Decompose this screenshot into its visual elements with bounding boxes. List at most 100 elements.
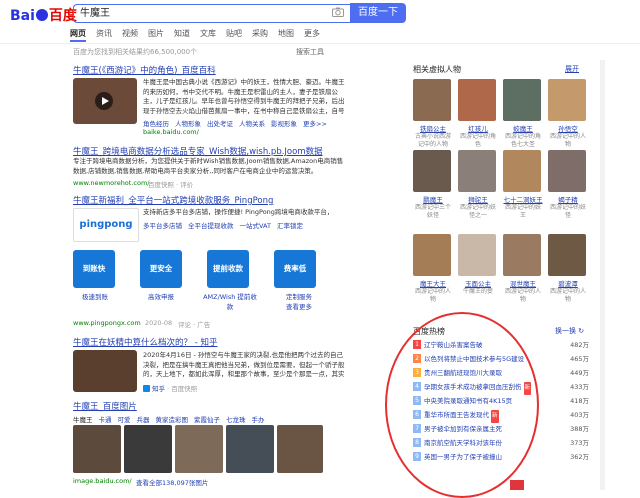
service-buttons: 到账快 更安全 提前收款 费率低: [73, 250, 316, 288]
tab-images[interactable]: 图片: [148, 28, 164, 42]
person-image[interactable]: [548, 79, 586, 121]
person-card[interactable]: 七十二洞妖王 西游记中的妖王: [503, 150, 543, 220]
person-card[interactable]: 红孩儿 西游记中的角色: [458, 79, 498, 149]
play-icon[interactable]: [95, 92, 113, 110]
tab-map[interactable]: 地图: [278, 28, 294, 42]
result-snippet: 专注于跨境电商数据分析，为您提供关于新时Wish销售数据,Joom销售数据,Am…: [73, 157, 344, 175]
result-image[interactable]: [226, 425, 274, 473]
person-card[interactable]: 魔王大王 西游记中的人物: [413, 234, 453, 304]
sublink[interactable]: 全平台提现收款: [188, 220, 234, 230]
tab-more[interactable]: 更多: [304, 28, 320, 42]
camera-icon[interactable]: [332, 7, 344, 17]
view-all-images-link[interactable]: 查看全部138,097张图片: [136, 477, 208, 487]
result-thumbnail[interactable]: [73, 350, 137, 392]
tab-zhidao[interactable]: 知道: [174, 28, 190, 42]
result-snippet: 2020年4月16日 - 孙悟空与牛魔王家的决裂,也是他把两个过去的自己决裂，把…: [143, 351, 345, 378]
result-image[interactable]: [175, 425, 223, 473]
tab-caigou[interactable]: 采购: [252, 28, 268, 42]
service-label[interactable]: 定制服务 查看更多: [274, 291, 324, 311]
person-card[interactable]: 混世魔王 西游记中的人物: [503, 234, 543, 304]
refresh-button[interactable]: 换一换 ↻: [555, 326, 584, 336]
result-title[interactable]: 牛魔王在妖精中算什么档次的？ - 知乎: [73, 336, 217, 348]
tab-video[interactable]: 视频: [122, 28, 138, 42]
result-url[interactable]: baike.baidu.com/: [143, 128, 199, 136]
person-image[interactable]: [413, 150, 451, 192]
sublink[interactable]: 汇率锁定: [277, 220, 303, 230]
result-source[interactable]: 知乎 · 百度快照: [143, 383, 197, 393]
result-snippet: 支持新店多平台多店铺，操作便捷! PingPong跨境电商收款平台，: [143, 208, 334, 216]
baidu-logo[interactable]: Bai 百度: [10, 5, 77, 25]
search-input[interactable]: 牛魔王: [73, 4, 362, 23]
expand-link[interactable]: 展开: [565, 64, 579, 74]
person-image[interactable]: [548, 234, 586, 276]
tab-tieba[interactable]: 贴吧: [226, 28, 242, 42]
service-label[interactable]: 极速到账: [70, 291, 120, 311]
image-tag[interactable]: 卡通: [99, 414, 112, 424]
person-card[interactable]: 孙悟空 西游记中的人物: [548, 79, 588, 149]
paw-icon: [35, 9, 48, 21]
person-card[interactable]: 蛟魔王 西游记中的角色七大圣: [503, 79, 543, 149]
person-image[interactable]: [503, 150, 541, 192]
image-tag[interactable]: 可爱: [118, 414, 131, 424]
person-image[interactable]: [458, 234, 496, 276]
scrollbar[interactable]: [600, 60, 605, 490]
tab-web[interactable]: 网页: [70, 28, 86, 42]
sublink[interactable]: 人物形象: [175, 118, 201, 128]
image-tag[interactable]: 紫霞仙子: [194, 414, 220, 424]
related-people-title: 相关虚拟人物: [413, 65, 461, 74]
result-url[interactable]: www.newmorehot.com/: [73, 179, 149, 187]
person-image[interactable]: [503, 79, 541, 121]
red-annotation-circle: [385, 312, 539, 498]
pingpong-logo[interactable]: pingpong: [73, 208, 139, 242]
result-image[interactable]: [124, 425, 172, 473]
zhihu-icon: [143, 385, 150, 392]
image-tag[interactable]: 兵器: [137, 414, 150, 424]
result-url[interactable]: image.baidu.com/: [73, 477, 132, 485]
tab-news[interactable]: 资讯: [96, 28, 112, 42]
service-button[interactable]: 更安全: [140, 250, 182, 288]
person-image[interactable]: [413, 234, 451, 276]
person-image[interactable]: [548, 150, 586, 192]
refresh-icon: ↻: [578, 327, 585, 335]
result-title[interactable]: 牛魔王_跨境电商数据分析选品专家_Wish数据,wish.pb.Joom数据: [73, 145, 323, 157]
result-meta[interactable]: 评论 · 广告: [178, 319, 210, 329]
result-snippet: 牛魔王是中国古典小说《西游记》中的妖王，性情大胆、豪迈。牛魔王的来历如何，书中交…: [143, 78, 345, 115]
search-tools-button[interactable]: 搜索工具: [296, 47, 324, 57]
person-image[interactable]: [503, 234, 541, 276]
person-card[interactable]: 铁扇公主 古典小说西游记中的人物: [413, 79, 453, 149]
person-image[interactable]: [413, 79, 451, 121]
result-meta[interactable]: 百度快照 · 评价: [148, 179, 193, 189]
service-label[interactable]: 高效申报: [136, 291, 186, 311]
result-title[interactable]: 牛魔王_百度图片: [73, 400, 137, 412]
service-button[interactable]: 到账快: [73, 250, 115, 288]
video-thumbnail[interactable]: [73, 78, 137, 124]
image-tag[interactable]: 黄家造彩图: [156, 414, 189, 424]
result-url[interactable]: www.pingpongx.com: [73, 319, 141, 327]
service-button[interactable]: 提前收款: [207, 250, 249, 288]
search-button[interactable]: 百度一下: [350, 3, 406, 23]
person-image[interactable]: [458, 79, 496, 121]
image-tag[interactable]: 七龙珠: [226, 414, 246, 424]
service-button[interactable]: 费率低: [274, 250, 316, 288]
service-label[interactable]: AMZ/Wish 提前收款: [202, 291, 258, 311]
person-card[interactable]: 玉面公主 牛魔王的妾: [458, 234, 498, 296]
person-card[interactable]: 狮驼王 西游记中的妖怪之一: [458, 150, 498, 220]
person-card[interactable]: 鹏魔王 西游记中三个妖怪: [413, 150, 453, 220]
tab-wenku[interactable]: 文库: [200, 28, 216, 42]
person-card[interactable]: 碧波潭 西游记中的人物: [548, 234, 588, 304]
result-title[interactable]: 牛魔王新福利_全平台一站式跨境收款服务_PingPong: [73, 194, 273, 206]
sublink[interactable]: 多平台多店铺: [143, 220, 182, 230]
person-card[interactable]: 蝎子精 西游记中的妖怪: [548, 150, 588, 220]
sublink[interactable]: 更多>>: [303, 118, 327, 128]
person-image[interactable]: [458, 150, 496, 192]
image-tag[interactable]: 牛魔王: [73, 414, 93, 424]
sublink[interactable]: 出处考证: [207, 118, 233, 128]
sublink[interactable]: 角色经历: [143, 118, 169, 128]
result-title[interactable]: 牛魔王(《西游记》中的角色)_百度百科: [73, 64, 216, 76]
sublink[interactable]: 一站式VAT: [240, 220, 271, 230]
result-image[interactable]: [277, 425, 323, 473]
image-tag[interactable]: 手办: [252, 414, 265, 424]
result-image[interactable]: [73, 425, 121, 473]
sublink[interactable]: 影视形象: [271, 118, 297, 128]
sublink[interactable]: 人物关系: [239, 118, 265, 128]
